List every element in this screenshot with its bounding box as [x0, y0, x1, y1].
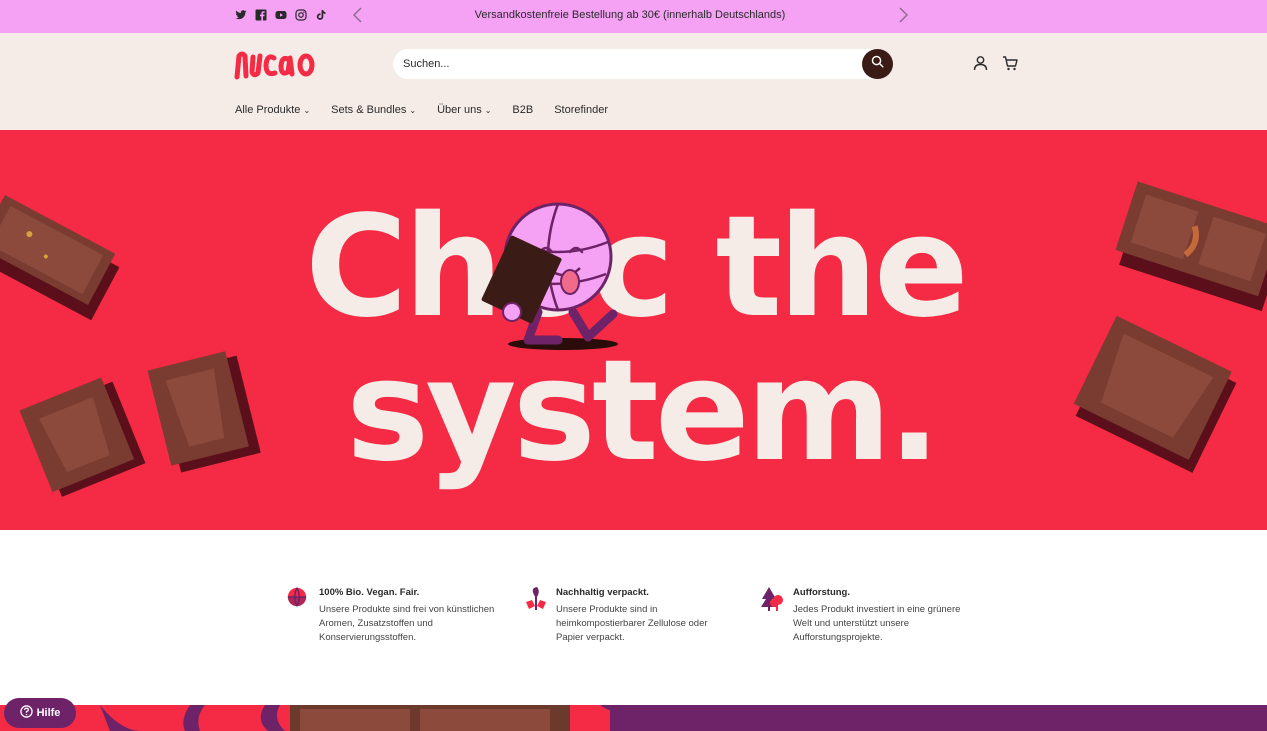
- social-links: [235, 9, 327, 21]
- nav-item-sets-bundles[interactable]: Sets & Bundles ⌄: [331, 104, 416, 116]
- help-button[interactable]: Hilfe: [4, 698, 76, 728]
- chocolate-pieces-right: [1073, 181, 1267, 473]
- announcement-bar: Versandkostenfreie Bestellung ab 30€ (in…: [0, 0, 1267, 33]
- instagram-icon[interactable]: [295, 9, 307, 21]
- announcement-text: Versandkostenfreie Bestellung ab 30€ (in…: [474, 9, 786, 21]
- main-nav: Alle Produkte ⌄ Sets & Bundles ⌄ Über un…: [235, 104, 629, 116]
- search-input[interactable]: [403, 49, 843, 79]
- chocolate-pieces-left: [0, 195, 261, 497]
- tree-icon: [760, 586, 784, 611]
- next-section-peek: [0, 705, 1267, 731]
- tiktok-icon[interactable]: [315, 9, 327, 21]
- nav-item-storefinder[interactable]: Storefinder: [554, 104, 608, 116]
- mascot-illustration: [481, 202, 618, 350]
- nav-item-ueber-uns[interactable]: Über uns ⌄: [437, 104, 491, 116]
- chevron-down-icon: ⌄: [484, 105, 492, 115]
- nav-item-label: Alle Produkte: [235, 104, 301, 116]
- hero-banner[interactable]: Choc the system.: [0, 130, 1267, 530]
- nucao-logo[interactable]: [234, 46, 316, 80]
- feature-title: Nachhaltig verpackt.: [556, 587, 649, 598]
- nav-item-b2b[interactable]: B2B: [512, 104, 533, 116]
- plant-icon: [523, 586, 547, 610]
- feature-description: Jedes Produkt investiert in eine grünere…: [793, 604, 961, 643]
- globe-icon: [286, 586, 310, 610]
- twitter-icon[interactable]: [235, 9, 247, 21]
- hero-headline-line1: Choc the: [305, 186, 969, 349]
- chevron-down-icon: ⌄: [409, 105, 417, 115]
- nav-item-alle-produkte[interactable]: Alle Produkte ⌄: [235, 104, 310, 116]
- announcement-next-button[interactable]: [896, 6, 910, 24]
- help-icon: [19, 705, 33, 721]
- search-icon: [871, 55, 884, 73]
- feature-description: Unsere Produkte sind frei von künstliche…: [319, 604, 495, 643]
- search-button[interactable]: [862, 49, 893, 79]
- hero-headline-line2: system.: [346, 330, 941, 493]
- feature-title: Aufforstung.: [793, 587, 850, 598]
- nav-item-label: B2B: [512, 104, 534, 116]
- facebook-icon[interactable]: [255, 9, 267, 21]
- nav-item-label: Storefinder: [554, 104, 609, 116]
- features-section: 100% Bio. Vegan. Fair. Unsere Produkte s…: [0, 530, 1267, 705]
- chevron-down-icon: ⌄: [303, 105, 311, 115]
- help-label: Hilfe: [36, 707, 61, 719]
- announcement-prev-button[interactable]: [351, 6, 365, 24]
- search-bar: [393, 49, 893, 79]
- feature-description: Unsere Produkte sind in heimkompostierba…: [556, 604, 708, 643]
- feature-title: 100% Bio. Vegan. Fair.: [319, 587, 420, 598]
- decorative-shapes: [100, 705, 1267, 731]
- nav-item-label: Sets & Bundles: [331, 104, 407, 116]
- cart-icon[interactable]: [1002, 55, 1018, 71]
- nav-item-label: Über uns: [437, 104, 482, 116]
- account-icon[interactable]: [973, 55, 988, 71]
- youtube-icon[interactable]: [275, 9, 287, 21]
- site-header: Alle Produkte ⌄ Sets & Bundles ⌄ Über un…: [0, 33, 1267, 130]
